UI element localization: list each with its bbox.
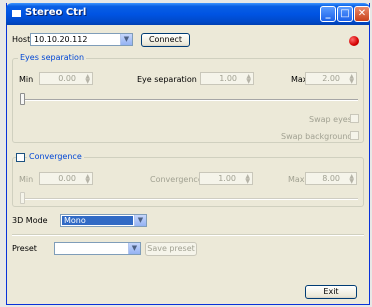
eye-separation-slider-thumb[interactable] bbox=[20, 93, 25, 105]
divider bbox=[12, 234, 364, 236]
min-value: 0.00 bbox=[58, 74, 76, 83]
mode-value: Mono bbox=[62, 216, 133, 225]
convergence-group: Convergence Min 0.00 ▲ ▼ Convergence 1.00… bbox=[12, 152, 364, 207]
window-title: Stereo Ctrl bbox=[25, 7, 87, 18]
status-indicator bbox=[349, 36, 359, 46]
host-label: Host bbox=[12, 35, 31, 44]
min-spinbox: 0.00 ▲ ▼ bbox=[39, 172, 93, 185]
group-title: Eyes separation bbox=[18, 53, 87, 62]
maximize-button[interactable]: □ bbox=[337, 6, 353, 22]
min-label: Min bbox=[19, 75, 34, 84]
spin-arrows-icon: ▲ ▼ bbox=[349, 173, 354, 185]
mode-select[interactable]: Mono ▼ bbox=[60, 214, 147, 227]
swap-backgrounds-checkbox[interactable] bbox=[350, 131, 359, 140]
eye-separation-label: Eye separation bbox=[137, 75, 197, 84]
close-button[interactable]: ✕ bbox=[354, 6, 370, 22]
host-value: 10.10.20.112 bbox=[34, 35, 88, 44]
convergence-label: Convergence bbox=[150, 175, 203, 184]
minimize-button[interactable]: _ bbox=[320, 6, 336, 22]
max-value: 8.00 bbox=[322, 174, 340, 183]
exit-button[interactable]: Exit bbox=[305, 285, 357, 299]
spin-arrows-icon: ▲ ▼ bbox=[85, 73, 90, 85]
max-label: Max bbox=[288, 175, 305, 184]
eyes-separation-group: Eyes separation Min 0.00 ▲ ▼ Eye separati… bbox=[12, 53, 364, 143]
min-label: Min bbox=[19, 175, 34, 184]
convergence-checkbox[interactable] bbox=[16, 153, 25, 162]
title-bar[interactable]: Stereo Ctrl _ □ ✕ bbox=[6, 3, 370, 25]
swap-eyes-label: Swap eyes bbox=[309, 115, 352, 124]
max-spinbox: 8.00 ▲ ▼ bbox=[305, 172, 357, 185]
spin-arrows-icon: ▲ ▼ bbox=[349, 73, 354, 85]
host-select[interactable]: 10.10.20.112 ▼ bbox=[30, 33, 133, 46]
preset-label: Preset bbox=[12, 244, 37, 253]
preset-select[interactable]: ▼ bbox=[54, 242, 141, 255]
spin-arrows-icon: ▲ ▼ bbox=[245, 173, 250, 185]
min-value: 0.00 bbox=[58, 174, 76, 183]
min-spinbox: 0.00 ▲ ▼ bbox=[39, 72, 93, 85]
convergence-slider-thumb[interactable] bbox=[20, 192, 25, 204]
convergence-spinbox: 1.00 ▲ ▼ bbox=[199, 172, 253, 185]
chevron-down-icon[interactable]: ▼ bbox=[128, 243, 140, 254]
spin-arrows-icon: ▲ ▼ bbox=[85, 173, 90, 185]
chevron-down-icon[interactable]: ▼ bbox=[134, 215, 146, 226]
eye-separation-slider-track[interactable] bbox=[22, 99, 358, 101]
max-value: 2.00 bbox=[322, 74, 340, 83]
swap-eyes-checkbox[interactable] bbox=[350, 114, 359, 123]
max-spinbox: 2.00 ▲ ▼ bbox=[305, 72, 357, 85]
spin-arrows-icon: ▲ ▼ bbox=[246, 73, 251, 85]
mode-label: 3D Mode bbox=[12, 216, 48, 225]
eye-separation-value: 1.00 bbox=[219, 74, 237, 83]
window-icon bbox=[12, 10, 21, 17]
eye-separation-spinbox: 1.00 ▲ ▼ bbox=[200, 72, 254, 85]
convergence-slider-track[interactable] bbox=[22, 198, 358, 200]
connect-button[interactable]: Connect bbox=[141, 33, 190, 47]
convergence-value: 1.00 bbox=[218, 174, 236, 183]
save-preset-button[interactable]: Save preset bbox=[145, 242, 197, 256]
stereo-ctrl-window: Stereo Ctrl _ □ ✕ Host 10.10.20.112 ▼ Co… bbox=[6, 3, 370, 305]
swap-backgrounds-label: Swap backgrounds bbox=[281, 132, 357, 141]
group-title: Convergence bbox=[27, 152, 84, 161]
chevron-down-icon[interactable]: ▼ bbox=[120, 34, 132, 45]
